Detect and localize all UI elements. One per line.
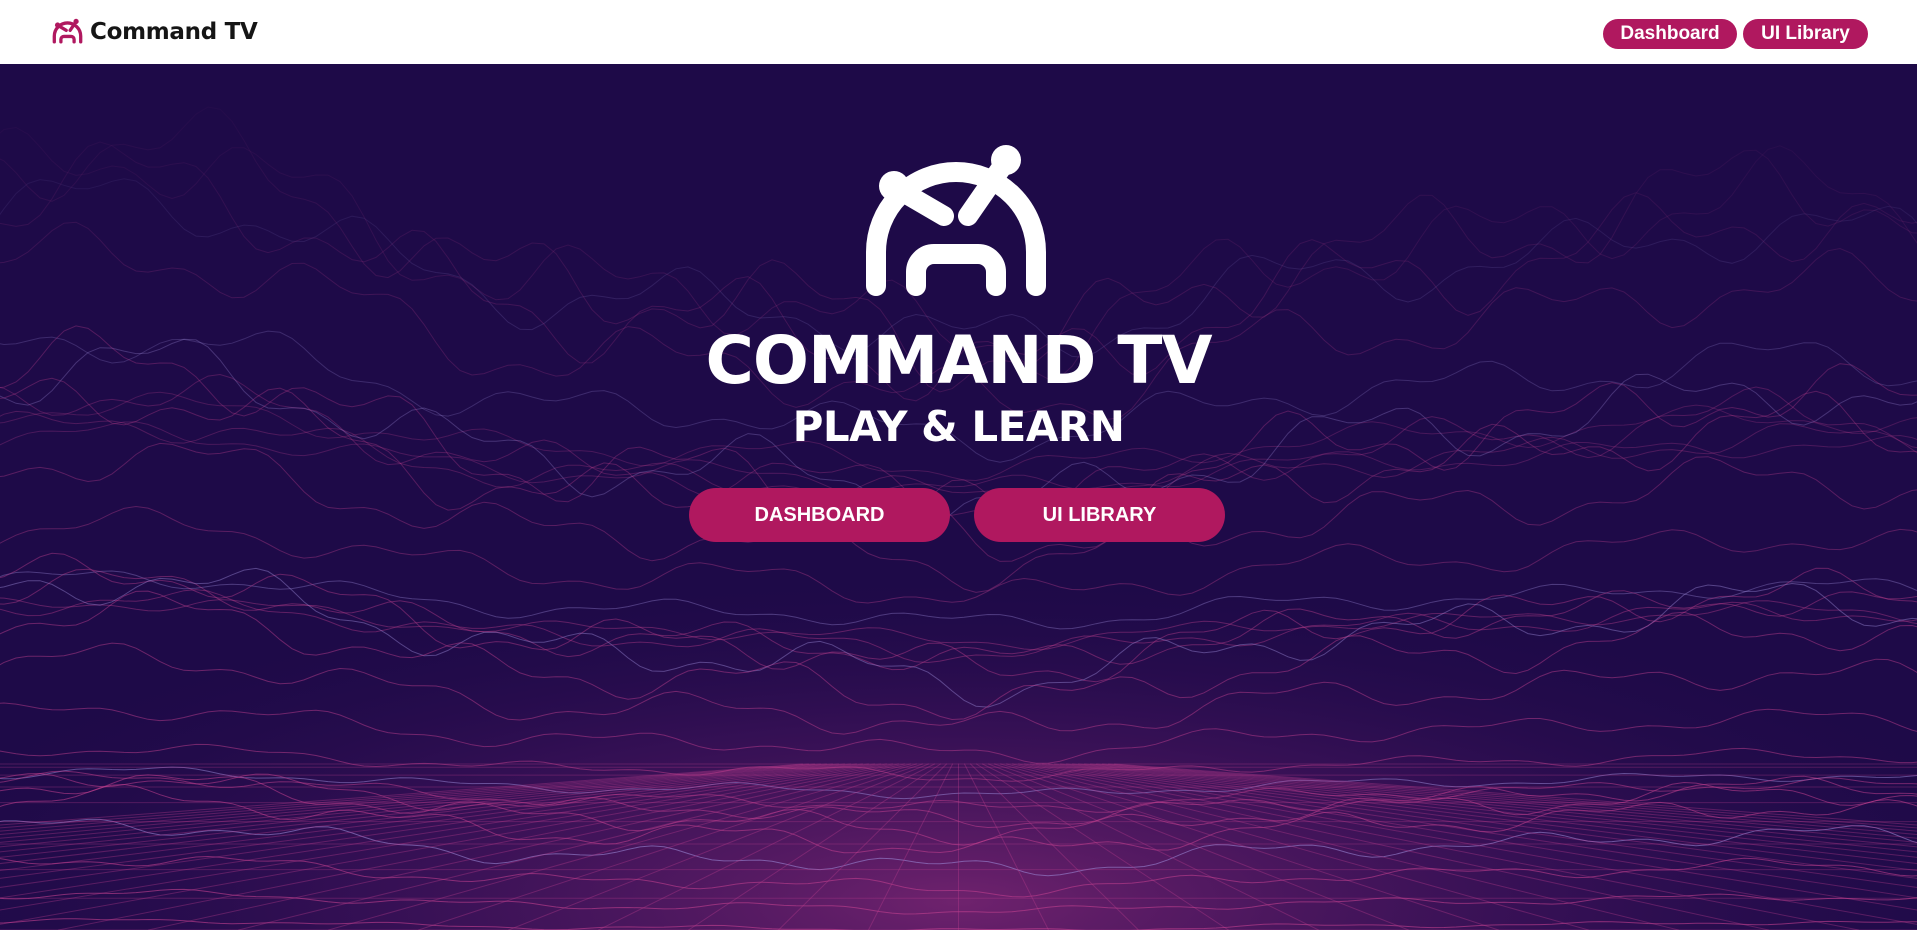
hero-section: COMMAND TV PLAY & LEARN DASHBOARD UI LIB…	[0, 64, 1917, 930]
nav-ui-library-button[interactable]: UI Library	[1743, 19, 1868, 49]
command-tv-logo-icon	[856, 144, 1056, 304]
command-tv-logo-icon	[51, 17, 84, 47]
header-nav: Dashboard UI Library	[1603, 19, 1868, 49]
dashboard-button[interactable]: DASHBOARD	[689, 488, 950, 542]
nav-dashboard-button[interactable]: Dashboard	[1603, 19, 1737, 49]
brand-name: Command TV	[90, 19, 258, 45]
hero-logo	[856, 144, 1056, 304]
ui-library-button[interactable]: UI LIBRARY	[974, 488, 1225, 542]
hero-subtitle: PLAY & LEARN	[792, 402, 1125, 451]
brand[interactable]: Command TV	[51, 15, 258, 49]
hero-title: COMMAND TV	[705, 322, 1212, 399]
top-nav-bar: Command TV Dashboard UI Library	[0, 0, 1917, 64]
